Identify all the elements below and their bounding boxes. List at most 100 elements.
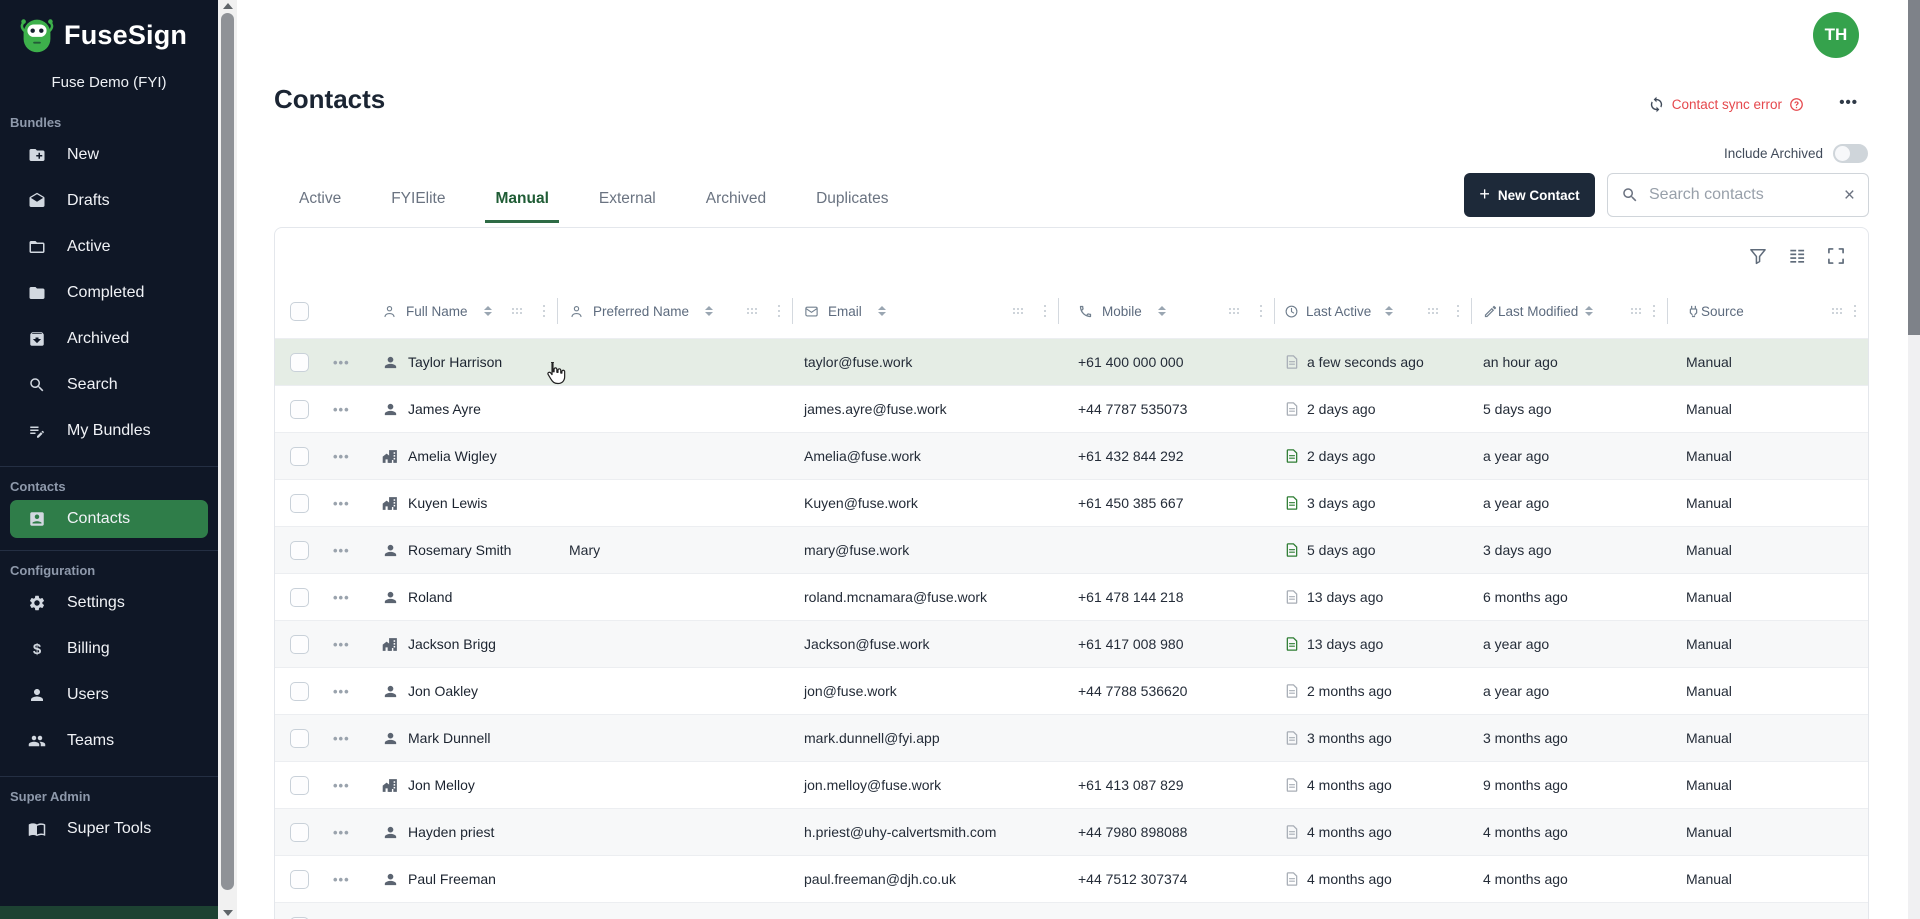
column-menu-icon[interactable] — [543, 305, 546, 318]
table-row[interactable]: ••• Paul Freeman paul.freeman@djh.co.uk … — [275, 855, 1868, 902]
row-checkbox[interactable] — [290, 823, 309, 842]
column-menu-icon[interactable] — [778, 305, 781, 318]
sort-arrows-icon[interactable] — [1385, 306, 1393, 316]
sidebar-item-archived[interactable]: Archived — [0, 316, 218, 362]
tab-archived[interactable]: Archived — [696, 190, 776, 223]
table-row[interactable]: ••• Jackson Brigg Jackson@fuse.work +61 … — [275, 620, 1868, 667]
sort-arrows-icon[interactable] — [1158, 306, 1166, 316]
column-drag-handle-icon[interactable] — [747, 308, 757, 314]
row-checkbox[interactable] — [290, 541, 309, 560]
sidebar-item-my-bundles[interactable]: My Bundles — [0, 408, 218, 454]
select-all-checkbox[interactable] — [290, 302, 309, 321]
row-menu-button[interactable]: ••• — [333, 825, 350, 840]
sort-arrows-icon[interactable] — [878, 306, 886, 316]
window-scrollbar-thumb[interactable] — [1908, 0, 1920, 335]
column-header-full-name[interactable]: Full Name — [370, 284, 557, 338]
tab-manual[interactable]: Manual — [485, 190, 558, 223]
row-checkbox[interactable] — [290, 447, 309, 466]
tab-active[interactable]: Active — [289, 190, 351, 223]
column-header-preferred-name[interactable]: Preferred Name — [557, 284, 792, 338]
list-view-icon[interactable] — [1787, 246, 1807, 266]
sidebar-item-new[interactable]: New — [0, 132, 218, 178]
column-drag-handle-icon[interactable] — [1229, 308, 1239, 314]
column-header-source[interactable]: Source — [1667, 284, 1868, 338]
row-menu-button[interactable]: ••• — [333, 496, 350, 511]
column-menu-icon[interactable] — [1653, 305, 1656, 318]
table-row[interactable]: ••• Roland roland.mcnamara@fuse.work +61… — [275, 573, 1868, 620]
row-menu-button[interactable]: ••• — [333, 449, 350, 464]
sort-arrows-icon[interactable] — [705, 306, 713, 316]
sort-arrows-icon[interactable] — [1585, 306, 1593, 316]
sidebar-item-active[interactable]: Active — [0, 224, 218, 270]
new-contact-button[interactable]: + New Contact — [1464, 173, 1595, 217]
row-menu-button[interactable]: ••• — [333, 684, 350, 699]
sidebar-item-users[interactable]: Users — [0, 672, 218, 718]
sidebar-item-teams[interactable]: Teams — [0, 718, 218, 764]
column-menu-icon[interactable] — [1457, 305, 1460, 318]
row-checkbox[interactable] — [290, 776, 309, 795]
expand-icon[interactable] — [1826, 246, 1846, 266]
column-drag-handle-icon[interactable] — [512, 308, 522, 314]
page-menu-button[interactable]: ••• — [1839, 94, 1858, 111]
column-drag-handle-icon[interactable] — [1013, 308, 1023, 314]
include-archived-toggle[interactable] — [1833, 144, 1868, 163]
user-avatar[interactable]: TH — [1813, 12, 1859, 58]
sidebar-item-super-tools[interactable]: Super Tools — [0, 806, 218, 852]
row-menu-button[interactable]: ••• — [333, 778, 350, 793]
sidebar-scrollbar-thumb[interactable] — [221, 13, 234, 890]
row-menu-button[interactable]: ••• — [333, 543, 350, 558]
row-checkbox[interactable] — [290, 588, 309, 607]
clear-search-icon[interactable]: × — [1844, 186, 1855, 205]
column-header-email[interactable]: Email — [792, 284, 1058, 338]
scroll-down-arrow[interactable] — [223, 910, 233, 916]
app-logo[interactable]: FuseSign — [0, 0, 218, 58]
table-row[interactable]: ••• Hayden priest h.priest@uhy-calvertsm… — [275, 808, 1868, 855]
table-row[interactable]: ••• James Ayre james.ayre@fuse.work +44 … — [275, 385, 1868, 432]
filter-icon[interactable] — [1748, 246, 1768, 266]
window-scrollbar[interactable] — [1908, 0, 1920, 919]
sidebar-item-billing[interactable]: $Billing — [0, 626, 218, 672]
column-menu-icon[interactable] — [1044, 305, 1047, 318]
table-row[interactable]: ••• Mark Dunnell mark.dunnell@fyi.app 3 … — [275, 714, 1868, 761]
column-header-last-active[interactable]: Last Active — [1274, 284, 1471, 338]
table-row[interactable]: ••• Jon Oakley jon@fuse.work +44 7788 53… — [275, 667, 1868, 714]
tab-fyielite[interactable]: FYIElite — [381, 190, 455, 223]
column-drag-handle-icon[interactable] — [1428, 308, 1438, 314]
column-menu-icon[interactable] — [1260, 305, 1263, 318]
row-checkbox[interactable] — [290, 870, 309, 889]
table-row[interactable]: ••• — [275, 902, 1868, 919]
table-row[interactable]: ••• Jon Melloy jon.melloy@fuse.work +61 … — [275, 761, 1868, 808]
row-checkbox[interactable] — [290, 682, 309, 701]
sidebar-scrollbar[interactable] — [218, 0, 237, 919]
table-row[interactable]: ••• Taylor Harrison taylor@fuse.work +61… — [275, 338, 1868, 385]
row-menu-button[interactable]: ••• — [333, 872, 350, 887]
scroll-up-arrow[interactable] — [223, 3, 233, 9]
column-header-mobile[interactable]: Mobile — [1058, 284, 1274, 338]
row-menu-button[interactable]: ••• — [333, 590, 350, 605]
row-checkbox[interactable] — [290, 729, 309, 748]
sidebar-item-drafts[interactable]: Drafts — [0, 178, 218, 224]
column-menu-icon[interactable] — [1854, 305, 1857, 318]
table-row[interactable]: ••• Rosemary Smith Mary mary@fuse.work 5… — [275, 526, 1868, 573]
row-menu-button[interactable]: ••• — [333, 355, 350, 370]
sort-arrows-icon[interactable] — [484, 306, 492, 316]
table-row[interactable]: ••• Amelia Wigley Amelia@fuse.work +61 4… — [275, 432, 1868, 479]
sidebar-item-search[interactable]: Search — [0, 362, 218, 408]
row-checkbox[interactable] — [290, 400, 309, 419]
row-checkbox[interactable] — [290, 353, 309, 372]
row-checkbox[interactable] — [290, 494, 309, 513]
contact-sync-error[interactable]: Contact sync error — [1648, 96, 1804, 113]
tab-external[interactable]: External — [589, 190, 666, 223]
column-header-last-modified[interactable]: Last Modified — [1471, 284, 1667, 338]
sidebar-item-completed[interactable]: Completed — [0, 270, 218, 316]
help-circle-icon[interactable] — [1789, 97, 1804, 112]
column-drag-handle-icon[interactable] — [1832, 308, 1842, 314]
row-checkbox[interactable] — [290, 635, 309, 654]
table-row[interactable]: ••• Kuyen Lewis Kuyen@fuse.work +61 450 … — [275, 479, 1868, 526]
search-contacts-input[interactable] — [1649, 186, 1834, 204]
tab-duplicates[interactable]: Duplicates — [806, 190, 898, 223]
row-menu-button[interactable]: ••• — [333, 731, 350, 746]
column-drag-handle-icon[interactable] — [1631, 308, 1641, 314]
row-menu-button[interactable]: ••• — [333, 402, 350, 417]
sidebar-item-contacts[interactable]: Contacts — [10, 500, 208, 538]
